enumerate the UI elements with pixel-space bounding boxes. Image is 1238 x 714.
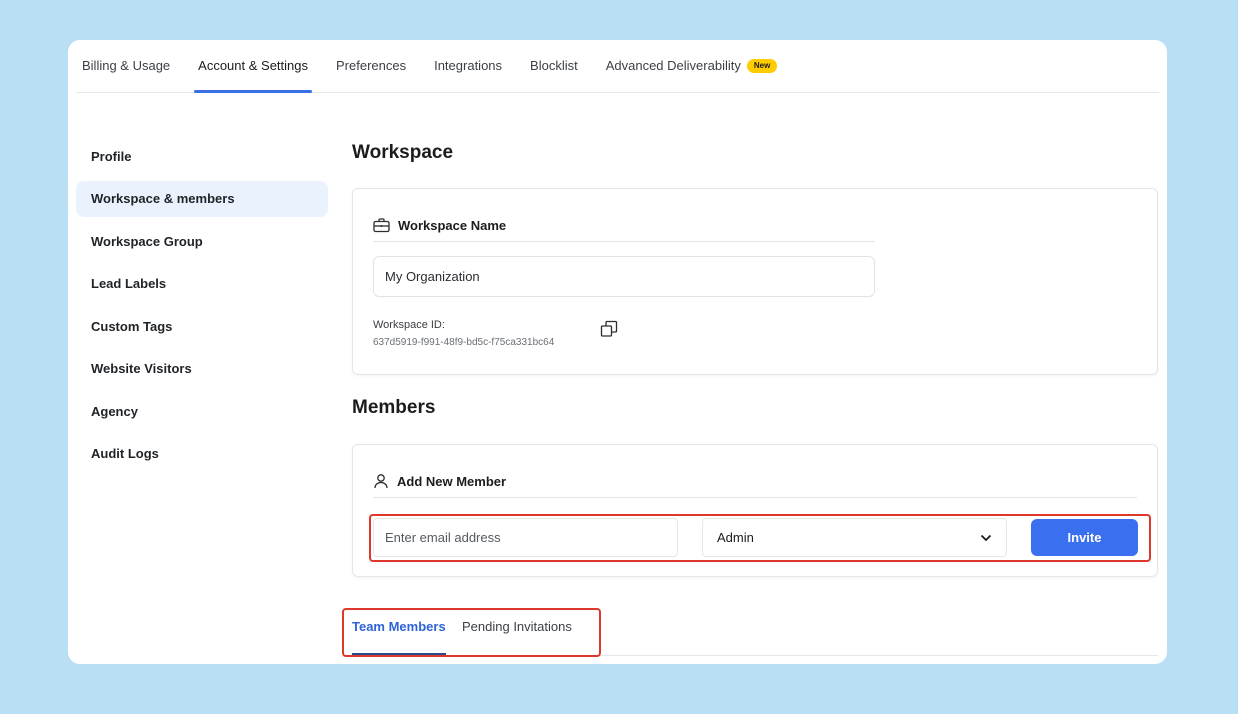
sidebar-item-profile[interactable]: Profile: [76, 138, 328, 174]
tab-label: Account & Settings: [198, 58, 308, 73]
settings-card: Billing & Usage Account & Settings Prefe…: [68, 40, 1167, 664]
tab-label: Blocklist: [530, 58, 578, 73]
sidebar-item-custom-tags[interactable]: Custom Tags: [76, 308, 328, 344]
sidebar-item-label: Custom Tags: [91, 318, 173, 334]
workspace-name-input[interactable]: My Organization: [373, 256, 875, 297]
sidebar-item-workspace-members[interactable]: Workspace & members: [76, 180, 328, 217]
sidebar-item-label: Website Visitors: [91, 361, 192, 376]
tab-preferences[interactable]: Preferences: [336, 58, 406, 92]
copy-icon[interactable]: [599, 319, 619, 339]
tab-label: Advanced Deliverability: [605, 58, 741, 73]
invite-button[interactable]: Invite: [1031, 519, 1138, 556]
sidebar-item-label: Lead Labels: [91, 276, 167, 291]
workspace-panel-header: Workspace Name: [373, 209, 875, 242]
tab-advanced-deliverability[interactable]: Advanced Deliverability New: [606, 58, 778, 92]
email-input[interactable]: Enter email address: [373, 518, 678, 557]
sidebar-item-agency[interactable]: Agency: [76, 393, 328, 429]
workspace-title: Workspace: [352, 142, 454, 163]
sidebar-item-label: Audit Logs: [91, 446, 159, 461]
tab-label: Billing & Usage: [82, 58, 171, 73]
role-select[interactable]: Admin: [702, 518, 1007, 557]
chevron-down-icon: [980, 534, 992, 541]
tab-account-settings[interactable]: Account & Settings: [194, 58, 312, 93]
add-member-heading: Add New Member: [397, 473, 507, 489]
role-value: Admin: [717, 530, 754, 545]
tab-billing-usage[interactable]: Billing & Usage: [82, 58, 170, 92]
sidebar: Profile Workspace & members Workspace Gr…: [76, 138, 328, 478]
sidebar-item-label: Agency: [91, 403, 138, 419]
top-nav: Billing & Usage Account & Settings Prefe…: [76, 40, 1159, 93]
sidebar-item-label: Workspace Group: [91, 233, 203, 249]
briefcase-icon: [373, 217, 390, 232]
tabs-highlight-box: [342, 608, 601, 657]
sidebar-item-label: Workspace & members: [91, 191, 235, 206]
sidebar-item-website-visitors[interactable]: Website Visitors: [76, 351, 328, 387]
members-title: Members: [352, 397, 436, 418]
workspace-id-value: 637d5919-f991-48f9-bd5c-f75ca331bc64: [373, 337, 555, 348]
user-icon: [374, 474, 388, 489]
workspace-panel: Workspace Name My Organization Workspace…: [352, 188, 1158, 375]
new-badge: New: [746, 58, 778, 73]
add-member-header: Add New Member: [373, 465, 1137, 498]
tab-label: Preferences: [336, 58, 407, 73]
add-member-panel: Add New Member Enter email address Admin…: [352, 444, 1158, 577]
tab-blocklist[interactable]: Blocklist: [530, 58, 578, 92]
sidebar-item-lead-labels[interactable]: Lead Labels: [76, 266, 328, 302]
sidebar-item-workspace-group[interactable]: Workspace Group: [76, 223, 328, 259]
tab-integrations[interactable]: Integrations: [434, 58, 502, 92]
sidebar-item-label: Profile: [91, 148, 132, 164]
workspace-id-label: Workspace ID:: [373, 319, 445, 331]
workspace-name-heading: Workspace Name: [398, 217, 507, 233]
tab-label: Integrations: [434, 58, 503, 73]
sidebar-item-audit-logs[interactable]: Audit Logs: [76, 436, 328, 472]
